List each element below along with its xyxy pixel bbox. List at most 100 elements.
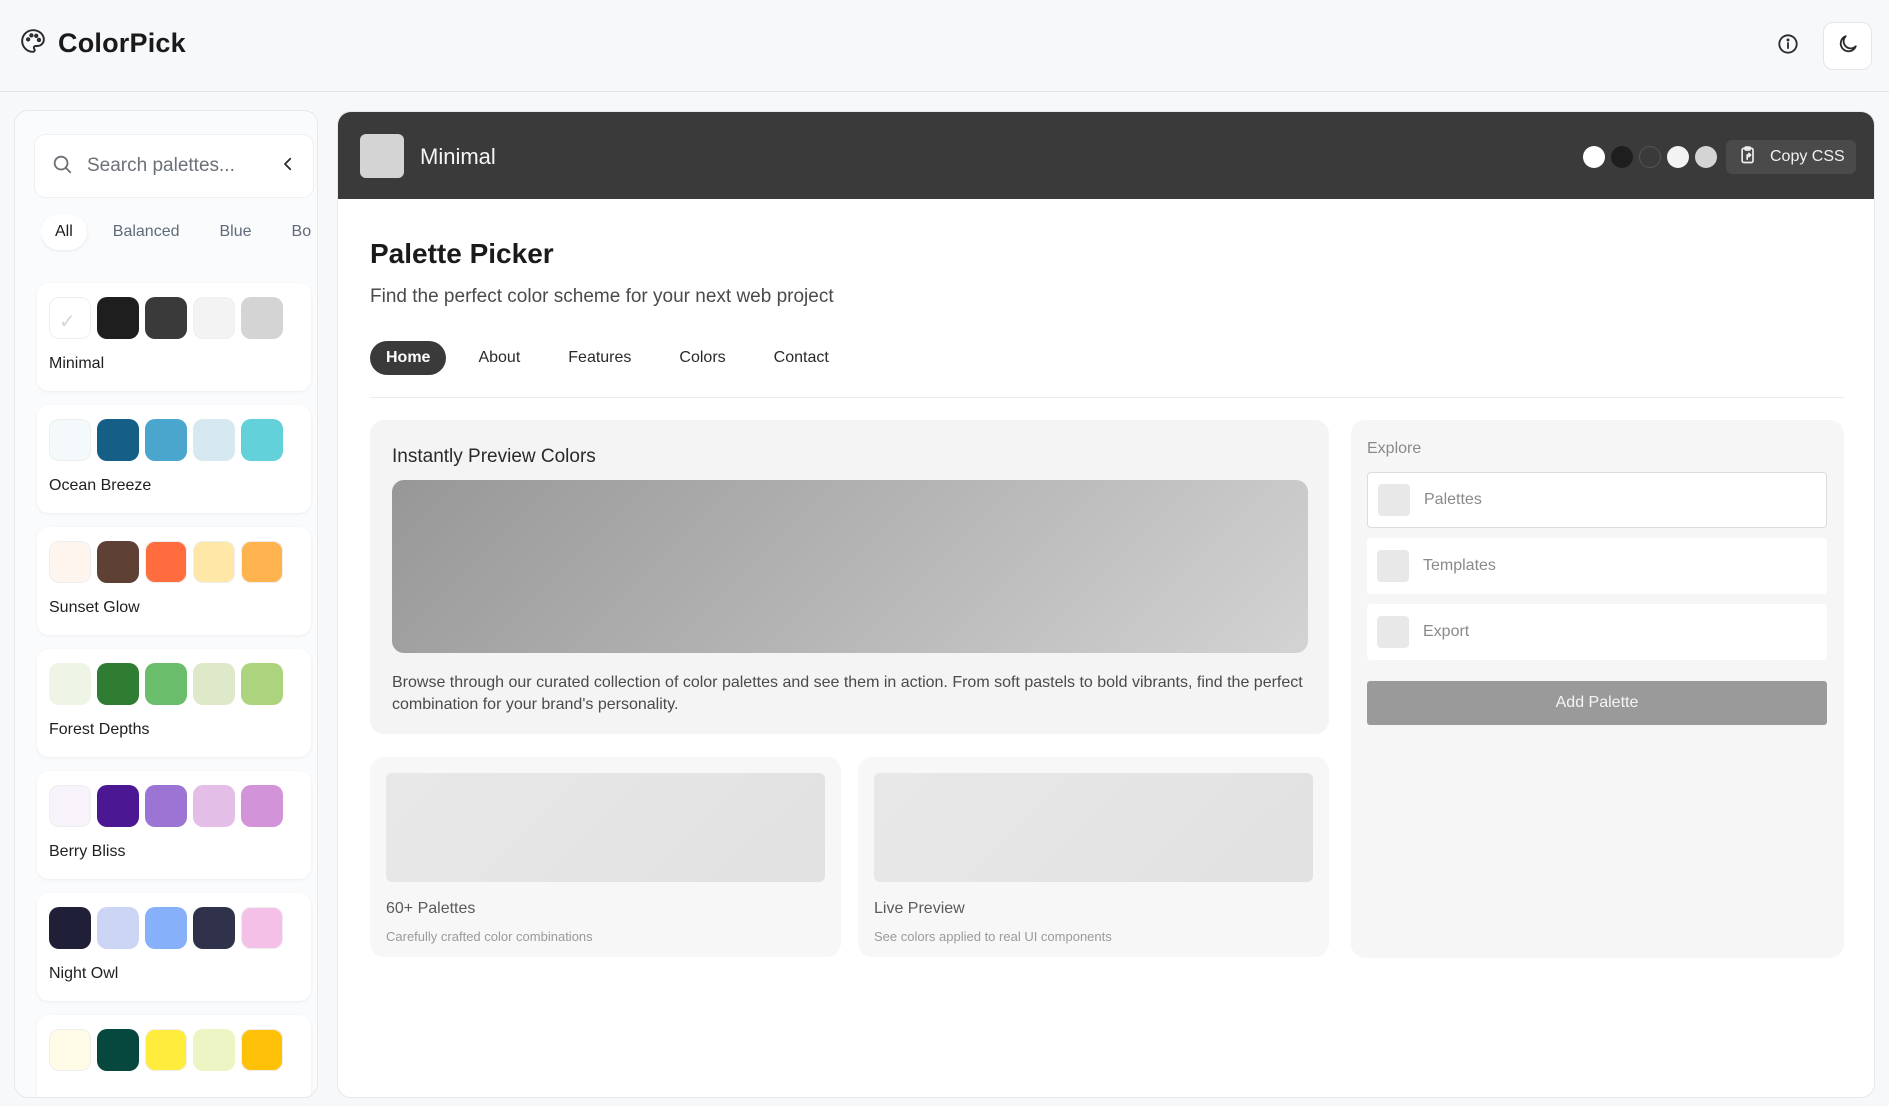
color-swatch [145,1029,187,1071]
color-swatch [241,419,283,461]
explore-item-templates[interactable]: Templates [1367,538,1827,594]
color-swatch [145,297,187,339]
color-swatch [241,297,283,339]
brand[interactable]: ColorPick [20,28,186,59]
theme-toggle-button[interactable] [1823,22,1872,70]
filter-chip-balanced[interactable]: Balanced [99,214,194,250]
feature-title: 60+ Palettes [386,900,476,917]
clipboard-icon [1738,145,1758,170]
color-swatch [145,541,187,583]
top-bar: ColorPick [0,0,1889,92]
palette-name: Minimal [49,355,105,372]
explore-item-label: Export [1423,623,1470,640]
feature-description: See colors applied to real UI components [874,929,1112,944]
explore-panel: Explore Palettes Templates Export Add Pa… [1351,420,1844,958]
swatch-row [49,785,283,827]
nav-tabs: Home About Features Colors Contact [370,341,1844,398]
palette-name: Ocean Breeze [49,477,152,494]
explore-item-label: Palettes [1424,491,1482,508]
swatch-row [49,419,283,461]
explore-item-palettes[interactable]: Palettes [1367,472,1827,528]
info-button[interactable] [1772,30,1804,62]
palette-color-dots [1583,146,1717,168]
add-palette-button[interactable]: Add Palette [1367,681,1827,725]
color-swatch [97,1029,139,1071]
color-swatch [241,541,283,583]
main-panel: Minimal Copy CSS Palette Picker Find the… [337,111,1875,1098]
color-swatch [241,907,283,949]
color-swatch [145,907,187,949]
color-swatch [193,663,235,705]
color-swatch [145,419,187,461]
color-swatch [97,419,139,461]
info-icon [1777,33,1799,60]
filter-chip-all[interactable]: All [41,214,87,250]
color-swatch [49,663,91,705]
tab-features[interactable]: Features [552,341,647,375]
filter-chips: All Balanced Blue Bo [41,211,313,253]
palette-card-forest-depths[interactable]: Forest Depths [37,649,311,757]
tab-about[interactable]: About [462,341,536,375]
color-swatch [193,297,235,339]
copy-css-button[interactable]: Copy CSS [1726,140,1856,174]
current-palette-name: Minimal [420,144,496,169]
swatch-row [49,907,283,949]
palette-list: ✓ Minimal Ocean Breeze Sunset Glow Forest… [37,283,311,1097]
color-swatch [49,907,91,949]
palette-card-sunset-glow[interactable]: Sunset Glow [37,527,311,635]
palette-color-dot[interactable] [1667,146,1689,168]
color-swatch [145,785,187,827]
explore-item-export[interactable]: Export [1367,604,1827,660]
search-icon [51,153,73,180]
color-swatch [145,663,187,705]
page-subtitle: Find the perfect color scheme for your n… [370,286,834,307]
copy-css-label: Copy CSS [1770,148,1845,165]
palette-name: Forest Depths [49,721,150,738]
color-swatch [193,785,235,827]
color-swatch [97,907,139,949]
palette-name: Berry Bliss [49,843,126,860]
search-placeholder: Search palettes... [87,155,235,176]
preview-gradient [392,480,1308,653]
color-swatch [193,541,235,583]
tab-colors[interactable]: Colors [663,341,741,375]
palette-color-dot[interactable] [1695,146,1717,168]
sidebar: Search palettes... All Balanced Blue Bo … [14,110,318,1098]
item-thumbnail [1377,550,1409,582]
current-palette-swatch [360,134,404,178]
swatch-row [49,1029,283,1071]
palette-color-dot[interactable] [1583,146,1605,168]
color-swatch [193,1029,235,1071]
tab-contact[interactable]: Contact [758,341,845,375]
feature-description: Carefully crafted color combinations [386,929,593,944]
palette-color-dot[interactable] [1639,146,1661,168]
moon-icon [1837,33,1859,60]
check-icon: ✓ [59,311,76,333]
palette-name: Night Owl [49,965,119,982]
search-input[interactable]: Search palettes... [35,135,313,197]
filter-chip-bold[interactable]: Bo [278,214,313,250]
palette-color-dot[interactable] [1611,146,1633,168]
palette-card-partial[interactable] [37,1015,311,1097]
palette-card-berry-bliss[interactable]: Berry Bliss [37,771,311,879]
palette-card-ocean-breeze[interactable]: Ocean Breeze [37,405,311,513]
filter-chip-blue[interactable]: Blue [206,214,266,250]
feature-card-live-preview: Live Preview See colors applied to real … [858,757,1329,957]
collapse-sidebar-icon[interactable] [279,155,297,178]
palette-name: Sunset Glow [49,599,140,616]
tab-home[interactable]: Home [370,341,447,375]
preview-description: Browse through our curated collection of… [392,674,1303,713]
color-swatch [97,785,139,827]
page-title: Palette Picker [370,238,554,269]
color-swatch [241,1029,283,1071]
palette-card-minimal[interactable]: ✓ Minimal [37,283,311,391]
feature-image [386,773,825,882]
feature-card-palettes: 60+ Palettes Carefully crafted color com… [370,757,841,957]
color-swatch: ✓ [49,297,91,339]
feature-title: Live Preview [874,900,965,917]
palette-icon [20,28,46,59]
preview-title: Instantly Preview Colors [392,446,596,467]
app-name: ColorPick [58,28,186,58]
palette-card-night-owl[interactable]: Night Owl [37,893,311,1001]
swatch-row [49,541,283,583]
